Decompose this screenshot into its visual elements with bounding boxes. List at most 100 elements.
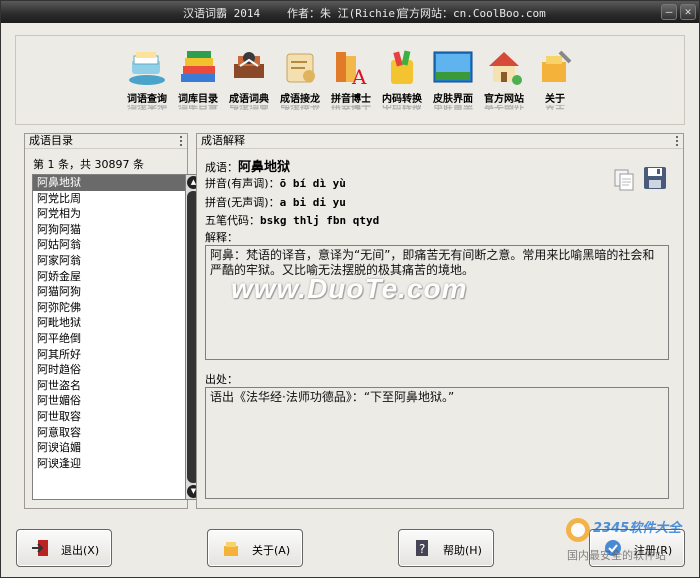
app-title: 汉语词霸 2014 bbox=[183, 7, 261, 20]
tool-label-reflection: 词语查询 bbox=[122, 105, 172, 113]
panel-grip-icon[interactable] bbox=[180, 136, 184, 146]
tool-label-reflection: 词库目录 bbox=[173, 105, 223, 113]
list-item[interactable]: 阿猫阿狗 bbox=[33, 284, 185, 300]
save-icon[interactable] bbox=[643, 166, 666, 190]
tool-word-search[interactable]: 词语查询 词语查询 bbox=[122, 46, 172, 113]
pinyin-plain-value: a bi di yu bbox=[279, 196, 346, 209]
dictionary-icon bbox=[228, 46, 270, 88]
idiom-list-header: 成语目录 bbox=[25, 134, 187, 149]
idiom-value: 阿鼻地狱 bbox=[238, 160, 291, 175]
tool-skin[interactable]: 皮肤界面 皮肤界面 bbox=[428, 46, 478, 113]
pinyin-icon: A bbox=[330, 46, 372, 89]
tool-label: 成语接龙 bbox=[280, 94, 320, 105]
idiom-label: 成语： bbox=[205, 161, 238, 174]
list-item[interactable]: 阿平绝倒 bbox=[33, 331, 185, 347]
list-item[interactable]: 阿其所好 bbox=[33, 347, 185, 363]
list-item[interactable]: 阿娇金屋 bbox=[33, 269, 185, 285]
help-icon: ? bbox=[413, 539, 431, 557]
tool-word-catalog[interactable]: 词库目录 词库目录 bbox=[173, 46, 223, 113]
about-icon bbox=[222, 539, 240, 557]
corner-watermark: 2345软件大全 国内最安全的软件站 bbox=[563, 511, 699, 577]
close-button[interactable]: ✕ bbox=[680, 4, 696, 20]
tool-label: 官方网站 bbox=[484, 94, 524, 105]
list-item[interactable]: 阿世取容 bbox=[33, 409, 185, 425]
pinyin-plain-row: 拼音(无声调)：a bi di yu bbox=[205, 194, 346, 210]
about-button[interactable]: 关于(A) bbox=[207, 529, 303, 567]
list-item[interactable]: 阿谀逢迎 bbox=[33, 456, 185, 472]
list-item[interactable]: 阿家阿翁 bbox=[33, 253, 185, 269]
tool-pinyin-doctor[interactable]: A 拼音博士 拼音博士 bbox=[326, 46, 376, 113]
idiom-count: 第 1 条，共 30897 条 bbox=[33, 158, 144, 171]
list-item[interactable]: 阿谀谄媚 bbox=[33, 440, 185, 456]
tool-label: 拼音博士 bbox=[331, 94, 371, 105]
tool-label: 皮肤界面 bbox=[433, 94, 473, 105]
wubi-value: bskg thlj fbn qtyd bbox=[260, 214, 380, 227]
tool-label: 内码转换 bbox=[382, 94, 422, 105]
list-item[interactable]: 阿世盗名 bbox=[33, 378, 185, 394]
idiom-list-panel: 成语目录 第 1 条，共 30897 条 阿鼻地狱 阿党比周 阿党相为 阿狗阿猫… bbox=[24, 133, 202, 509]
idiom-detail-title: 成语解释 bbox=[201, 134, 245, 147]
tool-label: 成语词典 bbox=[229, 94, 269, 105]
tool-label-reflection: 关于 bbox=[530, 105, 580, 113]
explanation-label: 解释： bbox=[205, 231, 238, 244]
tool-about[interactable]: 关于 关于 bbox=[530, 46, 580, 113]
list-item[interactable]: 阿弥陀佛 bbox=[33, 300, 185, 316]
list-item[interactable]: 阿鼻地狱 bbox=[33, 175, 185, 191]
exit-button[interactable]: 退出(X) bbox=[16, 529, 112, 567]
watermark-logo-icon bbox=[566, 518, 590, 542]
tool-label-reflection: 成语接龙 bbox=[275, 105, 325, 113]
tool-idiom-chain[interactable]: 成语接龙 成语接龙 bbox=[275, 46, 325, 113]
source-label: 出处： bbox=[205, 373, 238, 386]
list-item[interactable]: 阿狗阿猫 bbox=[33, 222, 185, 238]
author-text: 作者：朱 江(Richie) bbox=[287, 7, 402, 20]
watermark-tagline: 国内最安全的软件站 bbox=[567, 549, 666, 562]
idiom-list[interactable]: 阿鼻地狱 阿党比周 阿党相为 阿狗阿猫 阿姑阿翁 阿家阿翁 阿娇金屋 阿猫阿狗 … bbox=[32, 174, 186, 500]
idiom-row: 成语：阿鼻地狱 bbox=[205, 156, 290, 175]
scroll-icon bbox=[279, 46, 321, 88]
svg-text:?: ? bbox=[419, 542, 425, 556]
wubi-label: 五笔代码： bbox=[205, 214, 260, 227]
tool-label-reflection: 成语词典 bbox=[224, 105, 274, 113]
idiom-list-title: 成语目录 bbox=[29, 134, 73, 147]
tool-label-reflection: 内码转换 bbox=[377, 105, 427, 113]
list-item[interactable] bbox=[33, 471, 185, 487]
tool-label: 关于 bbox=[545, 94, 565, 105]
list-item[interactable]: 阿时趋俗 bbox=[33, 362, 185, 378]
minimize-button[interactable]: — bbox=[661, 4, 677, 20]
list-item[interactable]: 阿意取容 bbox=[33, 425, 185, 441]
exit-icon bbox=[31, 539, 49, 557]
tool-official-site[interactable]: 官方网站 官方网站 bbox=[479, 46, 529, 113]
convert-icon bbox=[381, 46, 423, 88]
panel-grip-icon[interactable] bbox=[676, 136, 680, 146]
app-window: 汉语词霸 2014 作者：朱 江(Richie) 官方网站：cn.CoolBoo… bbox=[0, 0, 700, 578]
about-icon bbox=[534, 46, 576, 88]
watermark-text: www.DuoTe.com bbox=[231, 273, 468, 304]
title-bar[interactable]: 汉语词霸 2014 作者：朱 江(Richie) 官方网站：cn.CoolBoo… bbox=[1, 1, 699, 23]
pinyin-tone-label: 拼音(有声调)： bbox=[205, 177, 280, 190]
svg-text:A: A bbox=[351, 65, 367, 88]
skin-icon bbox=[432, 46, 474, 88]
source-box[interactable]: 语出《法华经·法师功德品》：“下至阿鼻地狱。” bbox=[205, 387, 669, 499]
website-text: 官方网站：cn.CoolBoo.com bbox=[398, 7, 546, 20]
pinyin-plain-label: 拼音(无声调)： bbox=[205, 196, 280, 209]
tool-label: 词语查询 bbox=[127, 94, 167, 105]
list-item[interactable]: 阿世媚俗 bbox=[33, 393, 185, 409]
copy-icon[interactable] bbox=[613, 168, 635, 192]
list-item[interactable]: 阿党比周 bbox=[33, 191, 185, 207]
watermark-brand: 2345软件大全 bbox=[593, 521, 682, 536]
tool-label-reflection: 皮肤界面 bbox=[428, 105, 478, 113]
help-button[interactable]: ? 帮助(H) bbox=[398, 529, 494, 567]
list-item[interactable]: 阿毗地狱 bbox=[33, 315, 185, 331]
tool-label: 词库目录 bbox=[178, 94, 218, 105]
tool-label-reflection: 拼音博士 bbox=[326, 105, 376, 113]
list-item[interactable]: 阿姑阿翁 bbox=[33, 237, 185, 253]
tool-idiom-dictionary[interactable]: 成语词典 成语词典 bbox=[224, 46, 274, 113]
pinyin-tone-value: ō bí dì yù bbox=[279, 177, 346, 190]
idiom-detail-panel: 成语解释 成语：阿鼻地狱 拼音(有声调)：ō bí dì yù 拼音(无声调)：… bbox=[196, 133, 684, 509]
house-icon bbox=[483, 46, 525, 88]
tool-code-convert[interactable]: 内码转换 内码转换 bbox=[377, 46, 427, 113]
wubi-row: 五笔代码：bskg thlj fbn qtyd bbox=[205, 212, 379, 228]
list-item[interactable]: 阿党相为 bbox=[33, 206, 185, 222]
help-label: 帮助(H) bbox=[443, 544, 482, 557]
book-stack-icon bbox=[177, 46, 219, 88]
